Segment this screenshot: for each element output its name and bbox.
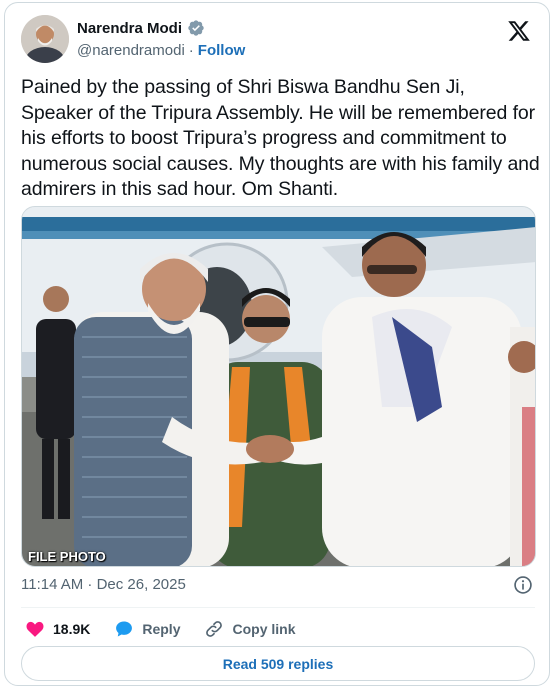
x-logo-icon[interactable]: [507, 19, 531, 43]
tweet-photo[interactable]: FILE PHOTO: [21, 206, 536, 567]
photo-caption: FILE PHOTO: [28, 549, 106, 564]
verified-badge-icon: [188, 20, 204, 36]
tweet-actions: 18.9K Reply Copy link: [25, 617, 320, 641]
read-replies-button[interactable]: Read 509 replies: [21, 646, 535, 681]
tweet-timestamp[interactable]: 11:14 AM · Dec 26, 2025: [21, 576, 186, 593]
separator-dot: ·: [188, 42, 194, 59]
tweet-text: Pained by the passing of Shri Biswa Band…: [21, 76, 540, 200]
author-handle-row: @narendramodi · Follow: [77, 42, 245, 59]
tweet-header: Narendra Modi @narendramodi · Follow: [21, 13, 535, 65]
copy-link-label: Copy link: [232, 621, 296, 637]
link-icon: [206, 621, 223, 637]
info-icon[interactable]: [513, 575, 533, 595]
author-handle[interactable]: @narendramodi: [77, 42, 185, 59]
like-button[interactable]: 18.9K: [25, 619, 90, 639]
author-name-row: Narendra Modi: [77, 19, 205, 37]
copy-link-button[interactable]: Copy link: [204, 619, 296, 639]
tweet-card: Narendra Modi @narendramodi · Follow Pai…: [4, 2, 550, 686]
avatar[interactable]: [21, 15, 69, 63]
author-name[interactable]: Narendra Modi: [77, 20, 182, 37]
heart-icon: [26, 621, 44, 637]
like-count: 18.9K: [53, 621, 91, 637]
reply-button[interactable]: Reply: [114, 619, 180, 639]
divider: [21, 607, 535, 608]
reply-label: Reply: [142, 621, 181, 637]
follow-button[interactable]: Follow: [198, 42, 246, 59]
speech-bubble-icon: [116, 621, 133, 637]
